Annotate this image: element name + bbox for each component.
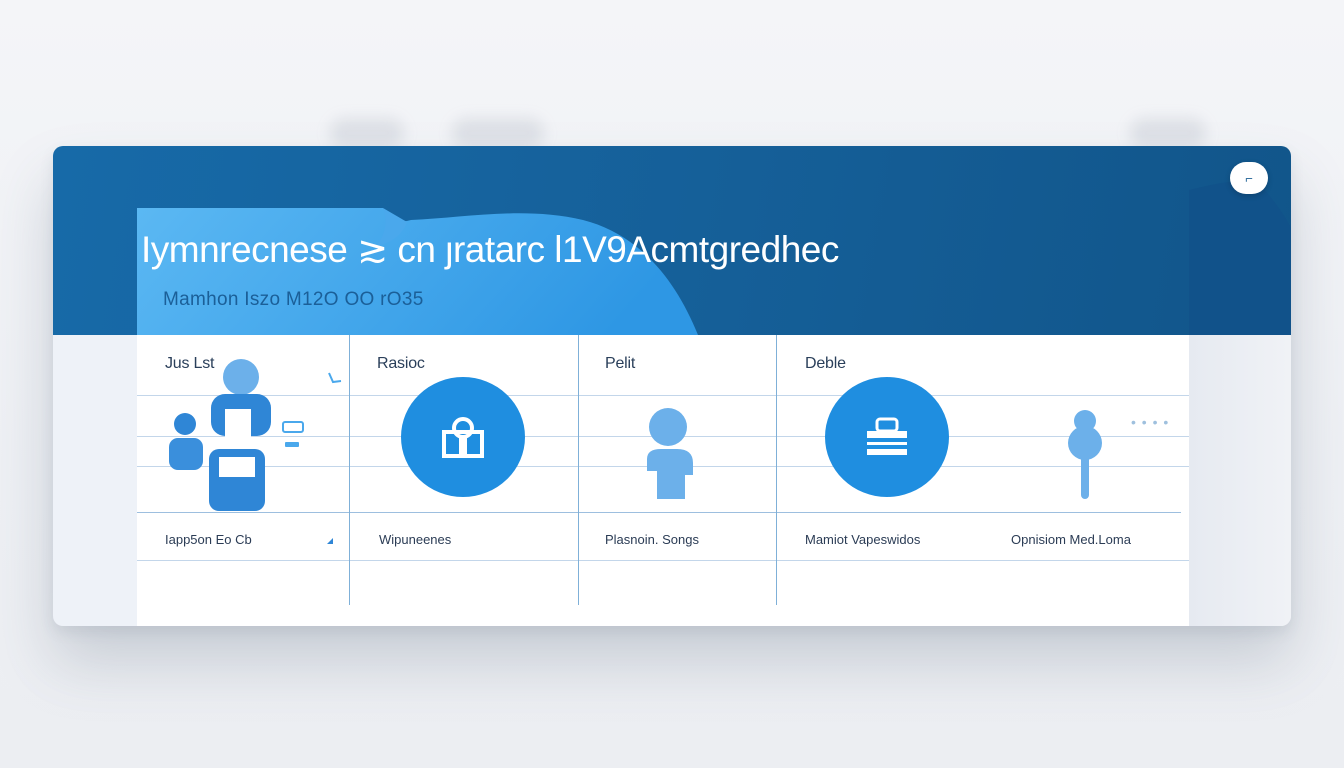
column-header: Pelit xyxy=(605,355,636,372)
menu-button[interactable]: ⌐ xyxy=(1230,162,1268,194)
feature-label: Opnisiom Med.Loma xyxy=(1011,532,1131,547)
row-divider xyxy=(137,560,1189,561)
caret-icon[interactable] xyxy=(325,536,335,546)
column-header: Deble xyxy=(805,355,846,372)
person-icon xyxy=(647,408,693,499)
key-icon xyxy=(1068,410,1102,499)
building-badge xyxy=(401,377,525,497)
background-blur-pill xyxy=(330,118,404,148)
feature-label: Mamiot Vapeswidos xyxy=(805,532,921,547)
document-badge xyxy=(825,377,949,497)
feature-label: Iapp5on Eo Cb xyxy=(165,532,252,547)
group-of-people-icon xyxy=(169,359,304,511)
feature-label: Wipuneenes xyxy=(379,532,452,547)
page-title: Iymnrecnese ≳ cn ȷratarc l1V9Acmtgredhec xyxy=(141,229,839,270)
features-table: Jus Lst Rasioc Pelit Deble • • • • Iapp5… xyxy=(137,335,1189,626)
dashboard-card: ⌐ Iymnrecnese ≳ cn ȷratarc l1V9Acmtgredh… xyxy=(53,146,1291,626)
column-header: Rasioc xyxy=(377,355,425,372)
background-blur-pill xyxy=(1130,118,1206,148)
page-subtitle: Mamhon Iszo M12O OO rO35 xyxy=(163,289,424,310)
dotted-indicator: • • • • xyxy=(1131,414,1170,430)
column-divider xyxy=(349,335,350,605)
feature-label: Plasnoin. Songs xyxy=(605,532,699,547)
document-icon xyxy=(867,417,907,455)
column-divider xyxy=(578,335,579,605)
arrow-icon[interactable] xyxy=(327,372,343,384)
column-divider xyxy=(776,335,777,605)
building-icon xyxy=(442,417,484,458)
background-blur-pill xyxy=(452,118,544,148)
side-panel xyxy=(1189,335,1291,626)
